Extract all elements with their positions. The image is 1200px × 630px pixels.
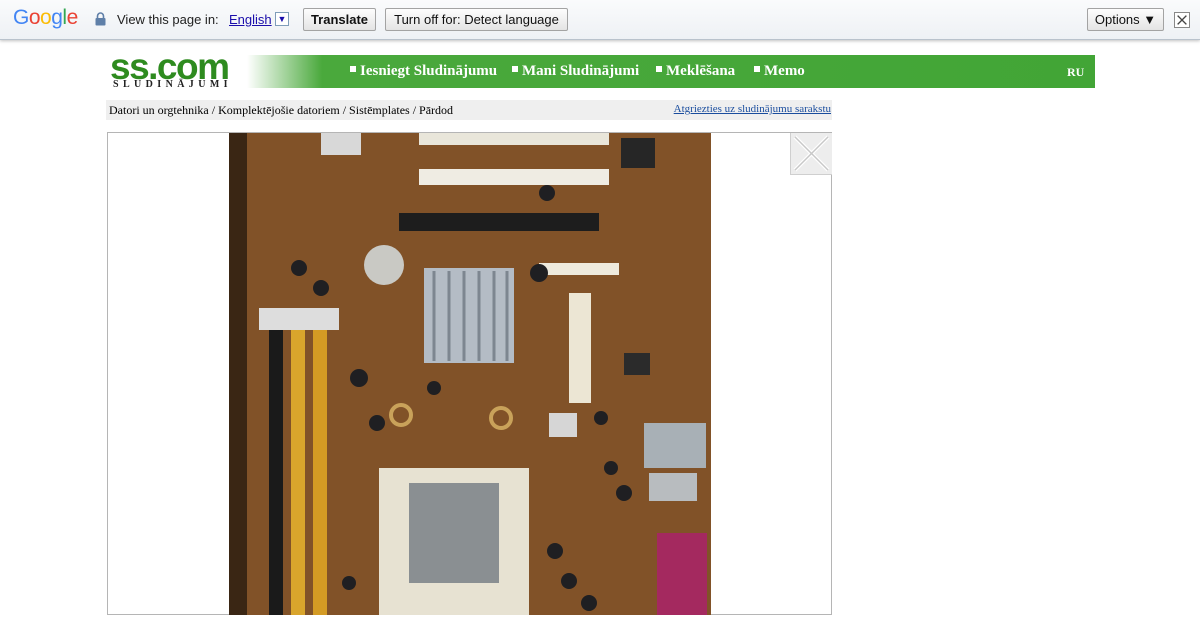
chevron-down-icon[interactable]: ▼ [275,12,289,26]
logo-letter: g [51,6,63,29]
logo-letter: G [13,6,29,29]
options-button[interactable]: Options ▼ [1087,8,1164,31]
site-header: ss.com SLUDINĀJUMI Iesniegt Sludinājumu … [107,48,1095,90]
back-to-list-link[interactable]: Atgriezties uz sludinājumu sarakstu [674,103,831,115]
site-logo-subtitle: SLUDINĀJUMI [113,79,232,90]
language-select[interactable]: English [229,12,272,27]
nav-memo[interactable]: Memo [754,63,805,80]
language-switch[interactable]: RU [1067,65,1084,80]
bullet-icon [656,66,662,72]
bullet-icon [350,66,356,72]
nav-label: Mani Sludinājumi [522,63,640,79]
breadcrumb-path[interactable]: Datori un orgtehnika / Komplektējošie da… [109,103,453,118]
motherboard-photo[interactable] [229,133,711,615]
bullet-icon [512,66,518,72]
google-logo: Google [13,6,78,30]
nav-label: Iesniegt Sludinājumu [360,63,498,79]
lock-icon [95,12,106,26]
close-icon[interactable] [790,133,832,175]
close-icon[interactable] [1174,12,1190,28]
bullet-icon [754,66,760,72]
translate-bar: Google View this page in: English ▼ Tran… [0,0,1200,40]
nav-label: Memo [764,63,805,79]
translate-button[interactable]: Translate [303,8,376,31]
nav-label: Meklēšana [666,63,736,79]
logo-letter: o [28,6,41,29]
logo-letter: e [66,6,79,29]
nav-my-ads[interactable]: Mani Sludinājumi [512,63,639,80]
breadcrumb: Datori un orgtehnika / Komplektējošie da… [106,100,832,120]
photo-viewer [107,132,832,615]
turn-off-button[interactable]: Turn off for: Detect language [385,8,568,31]
logo-letter: o [40,6,52,29]
view-page-label: View this page in: [117,12,219,27]
nav-submit-ad[interactable]: Iesniegt Sludinājumu [350,63,497,80]
nav-search[interactable]: Meklēšana [656,63,735,80]
